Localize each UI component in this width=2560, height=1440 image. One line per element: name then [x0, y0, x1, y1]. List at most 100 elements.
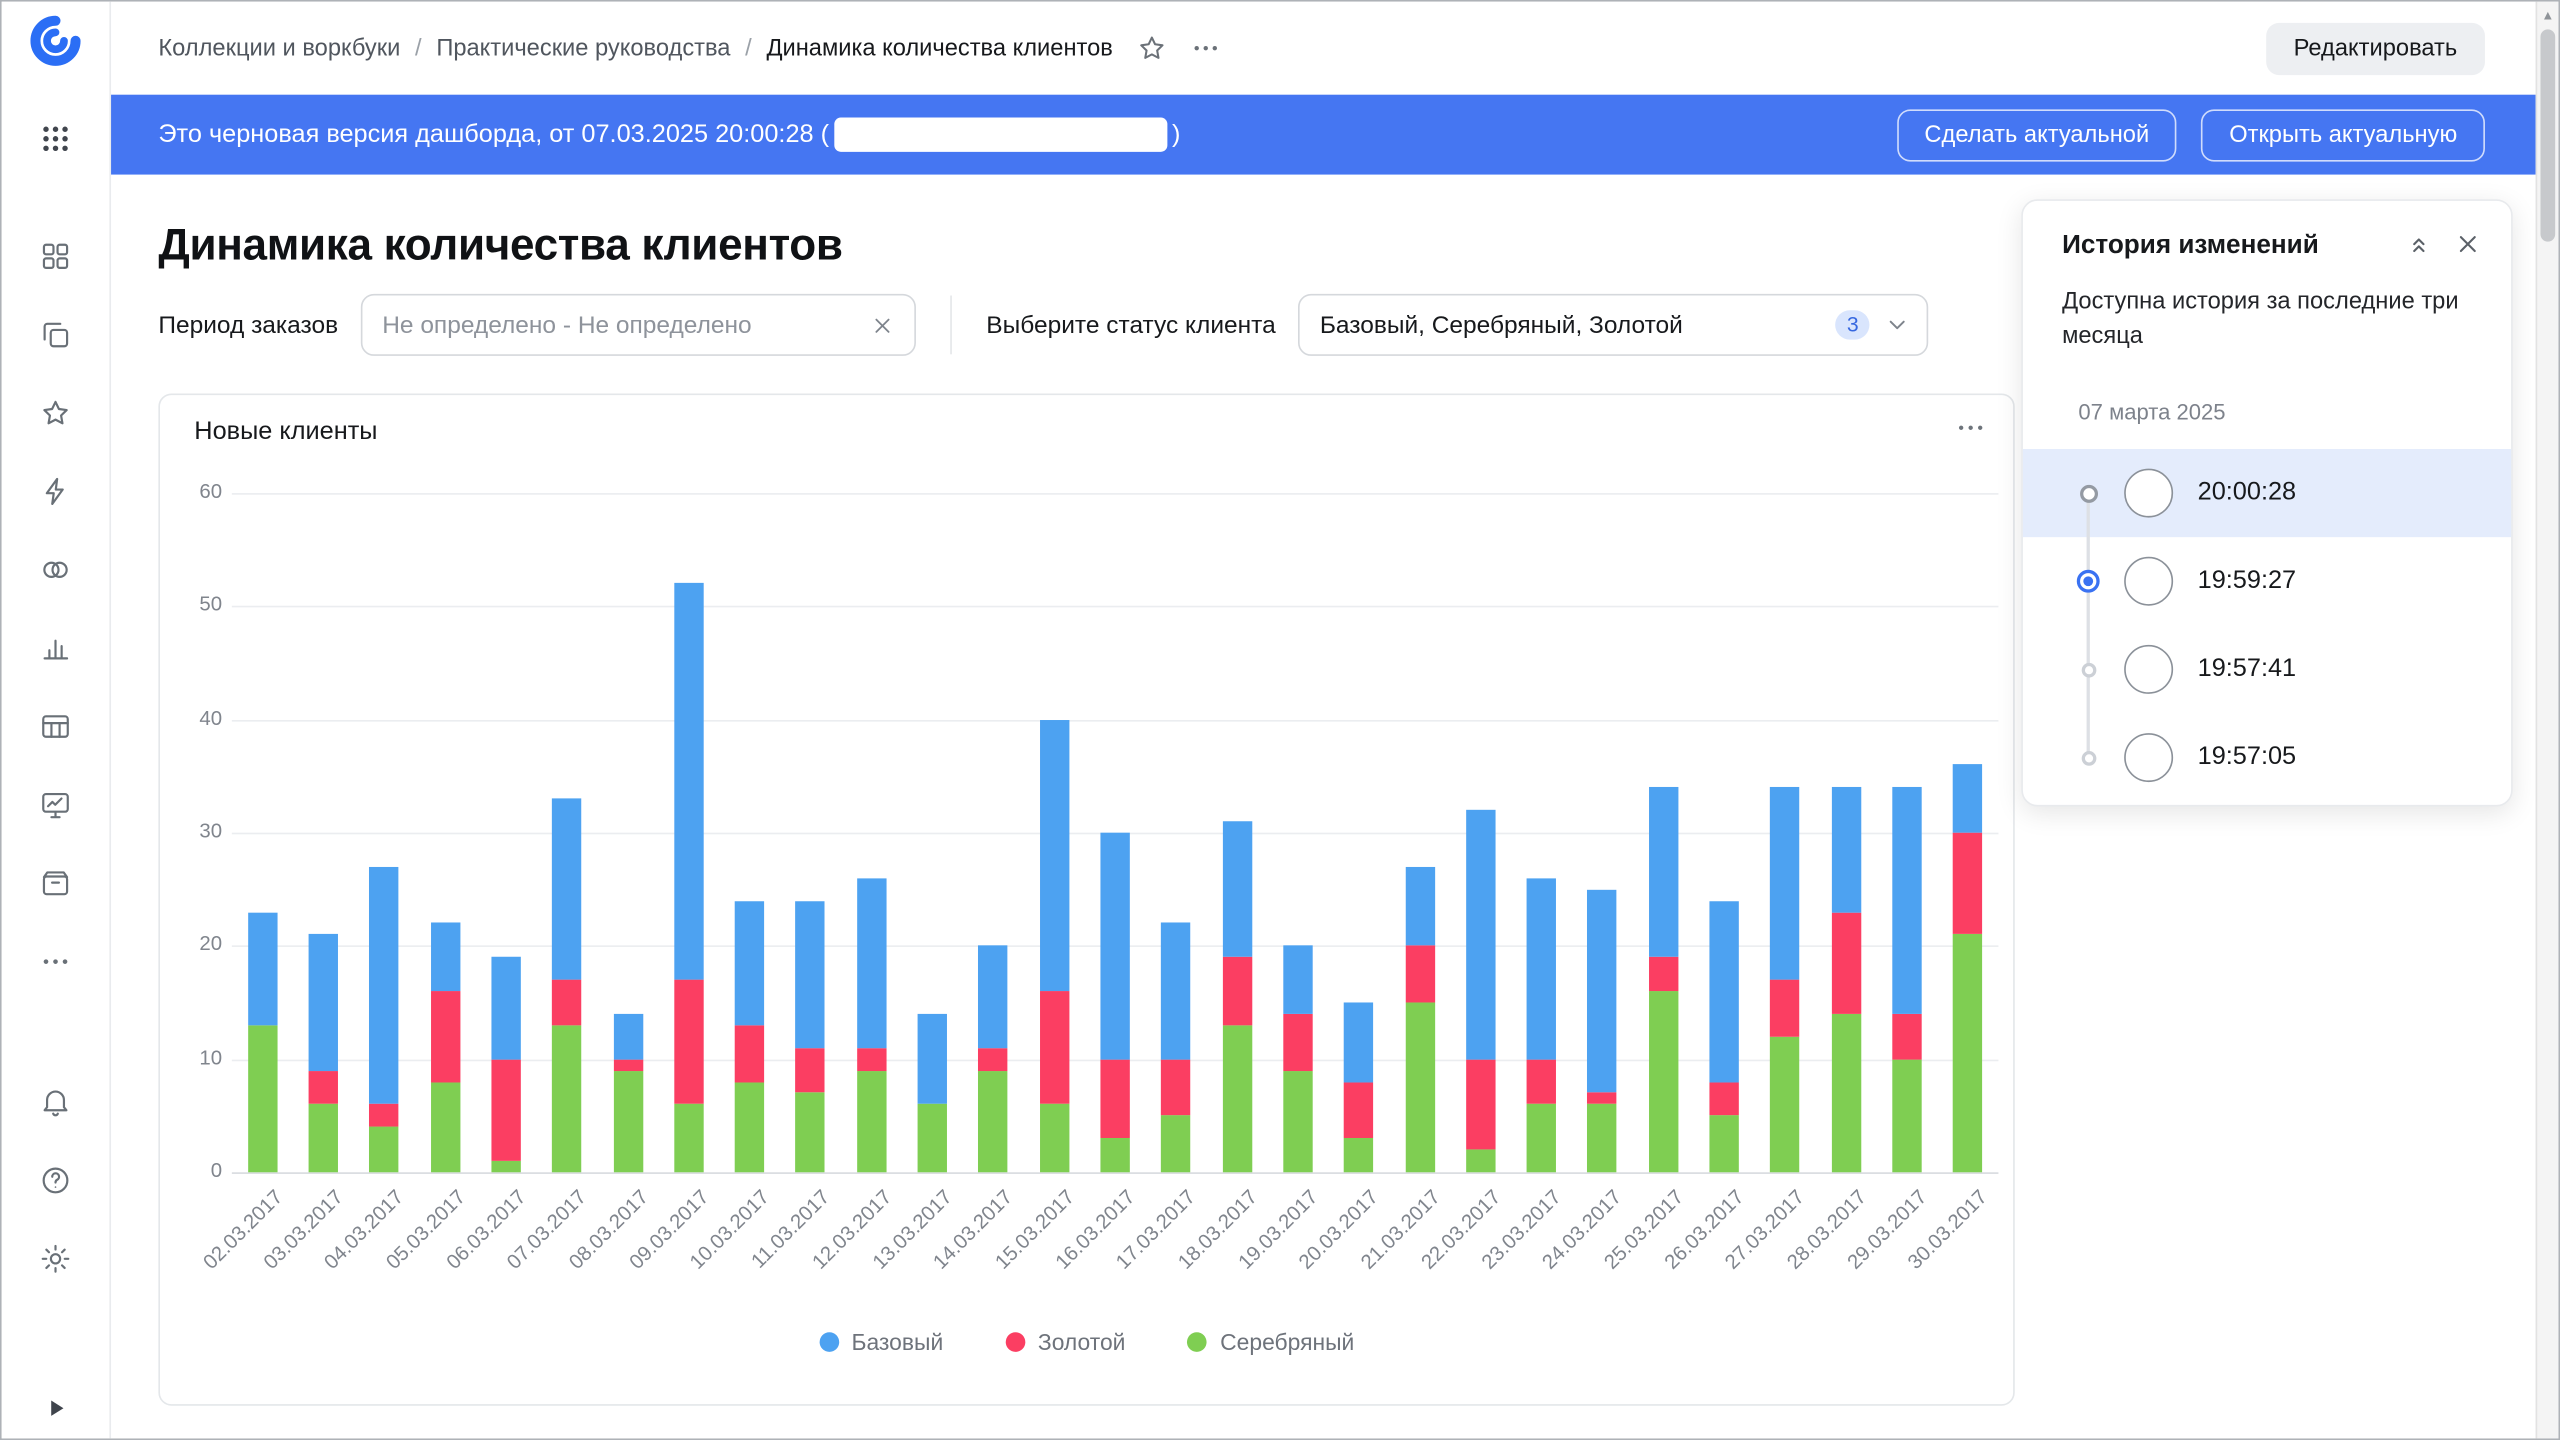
bar-segment-Базовый — [1405, 867, 1434, 946]
sidebar-item-tables[interactable] — [23, 694, 88, 759]
bolt-icon — [39, 475, 72, 508]
bar-segment-Серебряный — [1771, 1036, 1800, 1172]
bar-24.03.2017[interactable] — [1588, 493, 1617, 1172]
bar-segment-Серебряный — [1710, 1116, 1739, 1173]
status-filter-value: Базовый, Серебряный, Золотой — [1320, 311, 1836, 339]
open-actual-button[interactable]: Открыть актуальную — [2201, 109, 2485, 161]
bar-07.03.2017[interactable] — [552, 493, 581, 1172]
chevron-down-icon[interactable] — [1885, 312, 1911, 338]
sidebar-item-dashboards[interactable] — [23, 224, 88, 289]
history-entry[interactable]: 19:59:27 — [2023, 537, 2511, 625]
bar-29.03.2017[interactable] — [1892, 493, 1921, 1172]
period-filter-input[interactable]: Не определено - Не определено — [361, 294, 916, 356]
bar-23.03.2017[interactable] — [1527, 493, 1556, 1172]
scrollbar-up-arrow[interactable]: ▲ — [2537, 5, 2558, 26]
sidebar-item-help[interactable] — [23, 1148, 88, 1213]
status-filter-select[interactable]: Базовый, Серебряный, Золотой 3 — [1299, 294, 1929, 356]
bar-27.03.2017[interactable] — [1771, 493, 1800, 1172]
bar-segment-Золотой — [309, 1070, 338, 1104]
period-filter-label: Период заказов — [158, 311, 338, 339]
bar-segment-Базовый — [1892, 787, 1921, 1013]
scrollbar-thumb[interactable] — [2540, 29, 2555, 241]
bar-19.03.2017[interactable] — [1283, 493, 1312, 1172]
bar-12.03.2017[interactable] — [857, 493, 886, 1172]
table-icon — [39, 710, 72, 743]
history-entry[interactable]: 20:00:28 — [2023, 449, 2511, 537]
bar-10.03.2017[interactable] — [735, 493, 764, 1172]
collapse-icon[interactable] — [2405, 230, 2433, 258]
page-scrollbar[interactable]: ▲ — [2536, 2, 2559, 1439]
sidebar-item-notifications[interactable] — [23, 1069, 88, 1134]
bar-segment-Базовый — [369, 867, 398, 1105]
sidebar-item-logo[interactable] — [23, 8, 88, 73]
sidebar-item-collections[interactable] — [23, 302, 88, 367]
legend-item-Базовый[interactable]: Базовый — [819, 1329, 943, 1355]
bar-04.03.2017[interactable] — [369, 493, 398, 1172]
datalens-logo-icon — [28, 13, 84, 69]
sidebar-item-monitoring[interactable] — [23, 772, 88, 837]
history-time: 19:59:27 — [2198, 567, 2297, 596]
bar-22.03.2017[interactable] — [1466, 493, 1495, 1172]
sidebar-item-settings[interactable] — [23, 1226, 88, 1291]
chart-menu-icon[interactable] — [1954, 411, 1987, 452]
bar-segment-Серебряный — [1100, 1138, 1129, 1172]
history-timeline-line — [2087, 493, 2090, 757]
sidebar-expand-button[interactable] — [2, 1396, 111, 1429]
y-axis-label: 10 — [167, 1046, 223, 1069]
edit-button[interactable]: Редактировать — [2266, 22, 2485, 74]
bar-14.03.2017[interactable] — [979, 493, 1008, 1172]
bar-21.03.2017[interactable] — [1405, 493, 1434, 1172]
collections-icon — [39, 318, 72, 351]
bar-segment-Серебряный — [309, 1104, 338, 1172]
bar-20.03.2017[interactable] — [1344, 493, 1373, 1172]
make-actual-button[interactable]: Сделать актуальной — [1897, 109, 2177, 161]
bar-segment-Золотой — [430, 991, 459, 1082]
bar-segment-Золотой — [796, 1048, 825, 1093]
bar-segment-Базовый — [309, 935, 338, 1071]
bar-17.03.2017[interactable] — [1161, 493, 1190, 1172]
bar-segment-Базовый — [491, 957, 520, 1059]
sidebar-item-charts[interactable] — [23, 616, 88, 681]
legend-label: Серебряный — [1220, 1329, 1354, 1355]
breadcrumb-separator: / — [415, 35, 422, 61]
breadcrumb-item[interactable]: Динамика количества клиентов — [766, 35, 1112, 61]
sidebar-nav-group — [23, 224, 88, 995]
bar-08.03.2017[interactable] — [613, 493, 642, 1172]
bar-09.03.2017[interactable] — [674, 493, 703, 1172]
bar-28.03.2017[interactable] — [1831, 493, 1860, 1172]
avatar — [2124, 645, 2173, 694]
bar-segment-Серебряный — [1588, 1104, 1617, 1172]
bar-segment-Золотой — [979, 1048, 1008, 1071]
legend-item-Золотой[interactable]: Золотой — [1005, 1329, 1125, 1355]
sidebar-item-datasets[interactable] — [23, 537, 88, 602]
bar-30.03.2017[interactable] — [1953, 493, 1982, 1172]
clear-icon[interactable] — [870, 313, 894, 337]
bar-segment-Базовый — [1831, 787, 1860, 912]
bar-05.03.2017[interactable] — [430, 493, 459, 1172]
sidebar-item-storage[interactable] — [23, 851, 88, 916]
history-entry[interactable]: 19:57:05 — [2023, 713, 2511, 801]
breadcrumb-item[interactable]: Коллекции и воркбуки — [158, 35, 400, 61]
sidebar-item-connections[interactable] — [23, 459, 88, 524]
sidebar-item-favorites[interactable] — [23, 380, 88, 445]
legend-item-Серебряный[interactable]: Серебряный — [1187, 1329, 1354, 1355]
bar-18.03.2017[interactable] — [1222, 493, 1251, 1172]
bar-13.03.2017[interactable] — [918, 493, 947, 1172]
close-icon[interactable] — [2454, 230, 2482, 258]
favorite-star-icon[interactable] — [1136, 33, 1167, 64]
draft-banner-text: Это черновая версия дашборда, от 07.03.2… — [158, 120, 829, 149]
bar-11.03.2017[interactable] — [796, 493, 825, 1172]
bar-26.03.2017[interactable] — [1710, 493, 1739, 1172]
history-entry[interactable]: 19:57:41 — [2023, 625, 2511, 713]
bar-15.03.2017[interactable] — [1040, 493, 1069, 1172]
more-actions-icon[interactable] — [1190, 33, 1221, 64]
bar-02.03.2017[interactable] — [248, 493, 277, 1172]
breadcrumb-item[interactable]: Практические руководства — [436, 35, 730, 61]
bar-16.03.2017[interactable] — [1100, 493, 1129, 1172]
filters-divider — [950, 296, 952, 355]
bar-25.03.2017[interactable] — [1649, 493, 1678, 1172]
sidebar-item-more[interactable] — [23, 929, 88, 994]
bar-06.03.2017[interactable] — [491, 493, 520, 1172]
sidebar-item-apps-menu[interactable] — [23, 106, 88, 171]
bar-03.03.2017[interactable] — [309, 493, 338, 1172]
